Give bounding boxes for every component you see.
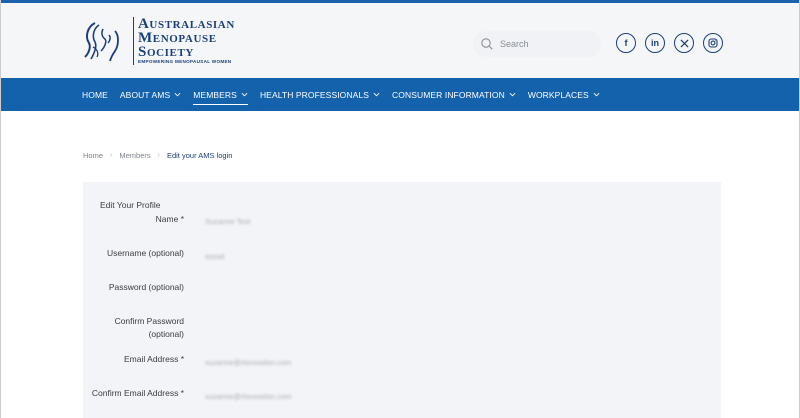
logo-line-1: Australasian <box>138 16 235 32</box>
page: Australasian Menopause Society EMPOWERIN… <box>0 0 800 418</box>
nav-item-consumer-information[interactable]: CONSUMER INFORMATION <box>392 78 516 111</box>
logo-tagline: EMPOWERING MENOPAUSAL WOMEN <box>138 59 232 64</box>
name-label: Name * <box>155 214 184 224</box>
nav-label: HOME <box>82 89 108 100</box>
username-value[interactable]: ssssd <box>205 252 224 261</box>
email-label: Email Address * <box>124 354 184 364</box>
username-label: Username (optional) <box>106 248 184 258</box>
logo-line-3: Society <box>138 44 194 60</box>
breadcrumb-separator: › <box>110 152 113 159</box>
search-input[interactable] <box>500 39 595 49</box>
main-nav: HOME ABOUT AMS MEMBERS HEALTH PROFESSION… <box>1 78 799 111</box>
chevron-down-icon <box>509 92 516 97</box>
password-label: Password (optional) <box>108 282 184 292</box>
woman-silhouette-icon <box>84 22 119 62</box>
chevron-down-icon <box>174 92 181 97</box>
site-header: Australasian Menopause Society EMPOWERIN… <box>1 3 799 78</box>
nav-label: CONSUMER INFORMATION <box>392 89 505 100</box>
x-logo-icon <box>679 38 689 48</box>
email-value[interactable]: suzanne@rlsnowdon.com <box>205 358 291 367</box>
instagram-logo-icon <box>708 38 718 48</box>
nav-item-home[interactable]: HOME <box>82 78 108 111</box>
nav-item-health-professionals[interactable]: HEALTH PROFESSIONALS <box>260 78 380 111</box>
breadcrumb-separator: › <box>157 152 160 159</box>
nav-label: WORKPLACES <box>527 89 589 100</box>
nav-label: HEALTH PROFESSIONALS <box>259 89 370 100</box>
confirm-password-label: Confirm Password (optional) <box>114 316 184 339</box>
nav-item-members[interactable]: MEMBERS <box>193 78 248 111</box>
logo-line-2: Menopause <box>138 30 217 46</box>
breadcrumb-current: Edit your AMS login <box>166 151 233 160</box>
social-links: f in <box>616 33 723 53</box>
confirm-email-value[interactable]: suzanne@rlsnowdon.com <box>205 392 291 401</box>
facebook-icon[interactable]: f <box>616 33 636 53</box>
x-twitter-icon[interactable] <box>674 33 694 53</box>
search-box[interactable] <box>473 31 601 57</box>
chevron-down-icon <box>241 92 248 97</box>
site-logo[interactable]: Australasian Menopause Society EMPOWERIN… <box>81 17 235 65</box>
search-icon[interactable] <box>479 36 495 52</box>
breadcrumb-members[interactable]: Members <box>119 151 150 160</box>
logo-wordmark: Australasian Menopause Society EMPOWERIN… <box>138 17 235 65</box>
nav-item-about-ams[interactable]: ABOUT AMS <box>120 78 181 111</box>
profile-form-panel: Edit Your Profile Name * Suzanne Test Us… <box>83 182 721 418</box>
breadcrumb-home[interactable]: Home <box>83 151 103 160</box>
logo-divider <box>133 17 134 65</box>
breadcrumb: Home › Members › Edit your AMS login <box>83 151 232 160</box>
form-title: Edit Your Profile <box>100 200 161 210</box>
linkedin-glyph: in <box>651 38 659 48</box>
name-value[interactable]: Suzanne Test <box>205 217 250 226</box>
chevron-down-icon <box>593 92 600 97</box>
linkedin-icon[interactable]: in <box>645 33 665 53</box>
nav-label: ABOUT AMS <box>119 89 171 100</box>
instagram-icon[interactable] <box>703 33 723 53</box>
nav-label: MEMBERS <box>193 89 237 100</box>
nav-item-workplaces[interactable]: WORKPLACES <box>528 78 600 111</box>
facebook-glyph: f <box>624 38 628 48</box>
confirm-email-label: Confirm Email Address * <box>91 388 184 398</box>
chevron-down-icon <box>373 92 380 97</box>
